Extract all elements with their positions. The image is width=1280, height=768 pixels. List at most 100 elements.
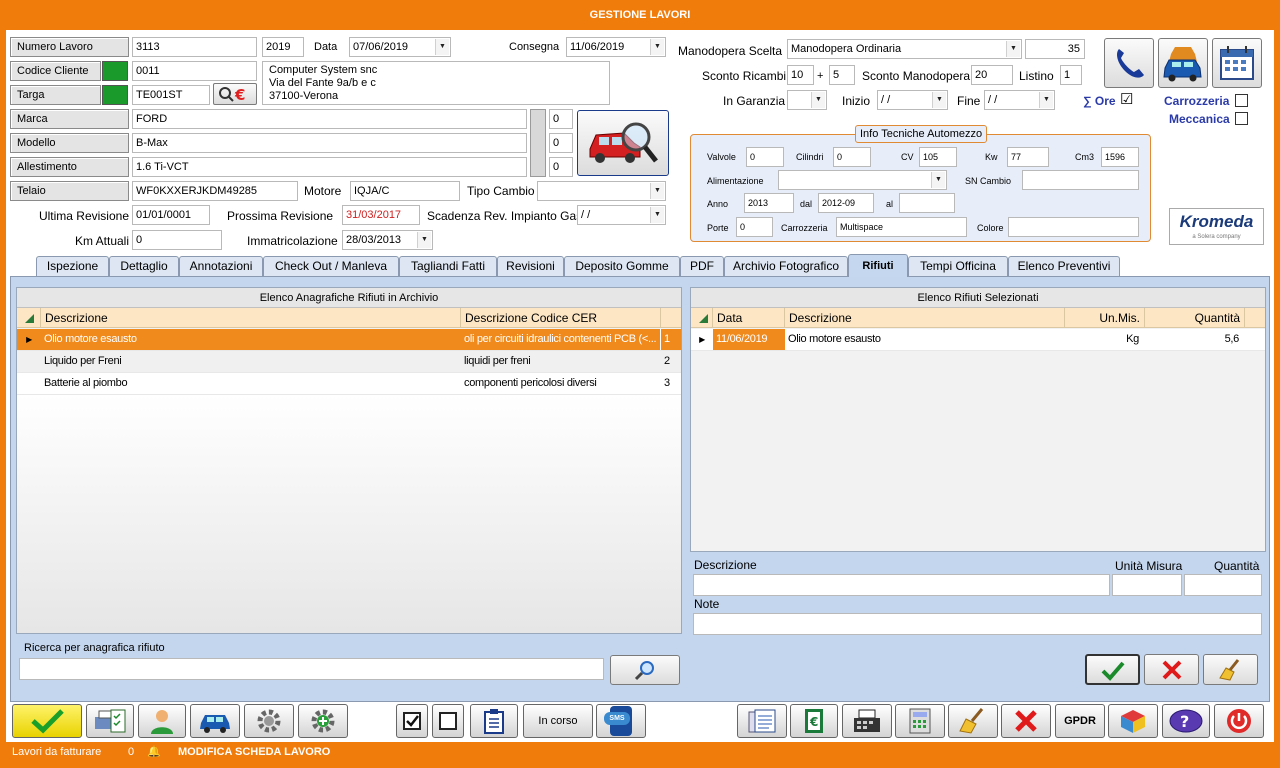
dropdown-arrow-icon[interactable]: ▼: [932, 92, 946, 108]
table-row[interactable]: ▶ 11/06/2019 Olio motore esausto Kg 5,6: [691, 329, 1265, 351]
cash-register-button[interactable]: [842, 704, 892, 738]
meccanica-checkbox[interactable]: [1235, 112, 1248, 125]
bell-icon[interactable]: 🔔: [147, 742, 161, 762]
table-row[interactable]: Batterie al piombo componenti pericolosi…: [17, 373, 681, 395]
search-price-button[interactable]: €: [213, 83, 257, 105]
manodopera-rate[interactable]: 35: [1025, 39, 1085, 59]
column-descrizione[interactable]: Descrizione: [41, 308, 461, 328]
column-quantita[interactable]: Quantità: [1145, 308, 1245, 328]
motore-input[interactable]: IQJA/C: [350, 181, 460, 201]
vehicle-button[interactable]: [190, 704, 240, 738]
data-picker[interactable]: 07/06/2019 ▼: [349, 37, 451, 57]
clear-button[interactable]: [948, 704, 998, 738]
power-button[interactable]: [1214, 704, 1264, 738]
kw-input[interactable]: 77: [1007, 147, 1049, 167]
allestimento-input[interactable]: 1.6 Ti-VCT: [132, 157, 527, 177]
targa-button[interactable]: Targa: [10, 85, 101, 105]
vehicles-button[interactable]: [1158, 38, 1208, 88]
calendar-button[interactable]: [1212, 38, 1262, 88]
editor-quantita-input[interactable]: [1184, 574, 1262, 596]
dal-input[interactable]: 2012-09: [818, 193, 874, 213]
targa-input[interactable]: TE001ST: [132, 85, 210, 105]
sconto-ricambi-input-1[interactable]: 10: [787, 65, 814, 85]
tab-deposito-gomme[interactable]: Deposito Gomme: [564, 256, 680, 276]
telaio-input[interactable]: WF0KXXERJKDM49285: [132, 181, 298, 201]
garanzia-select[interactable]: ▼: [787, 90, 827, 110]
dropdown-arrow-icon[interactable]: ▼: [650, 207, 664, 223]
inizio-picker[interactable]: / / ▼: [877, 90, 948, 110]
km-attuali-input[interactable]: 0: [132, 230, 222, 250]
immatricolazione-picker[interactable]: 28/03/2013 ▼: [342, 230, 433, 250]
marca-input[interactable]: FORD: [132, 109, 527, 129]
codice-cliente-button[interactable]: Codice Cliente: [10, 61, 101, 81]
invoice-button[interactable]: €: [790, 704, 838, 738]
clear-rifiuto-button[interactable]: [1203, 654, 1258, 685]
gpdr-button[interactable]: GPDR: [1055, 704, 1105, 738]
ricerca-button[interactable]: [610, 655, 680, 685]
carrozzeria-checkbox[interactable]: [1235, 94, 1248, 107]
numero-lavoro-button[interactable]: Numero Lavoro: [10, 37, 129, 57]
editor-unita-input[interactable]: [1112, 574, 1182, 596]
somma-ore-checkbox[interactable]: ☑: [1120, 90, 1133, 110]
tab-archivio-fotografico[interactable]: Archivio Fotografico: [724, 256, 848, 276]
modello-input[interactable]: B-Max: [132, 133, 527, 153]
scadenza-gas-picker[interactable]: / / ▼: [577, 205, 666, 225]
tab-rifiuti[interactable]: Rifiuti: [848, 254, 908, 277]
column-codice-cer[interactable]: Descrizione Codice CER: [461, 308, 661, 328]
confirm-rifiuto-button[interactable]: [1085, 654, 1140, 685]
ricerca-input[interactable]: [19, 658, 604, 680]
manodopera-select[interactable]: Manodopera Ordinaria ▼: [787, 39, 1022, 59]
cv-input[interactable]: 105: [919, 147, 957, 167]
package-button[interactable]: [1108, 704, 1158, 738]
allestimento-button[interactable]: Allestimento: [10, 157, 129, 177]
dropdown-arrow-icon[interactable]: ▼: [650, 183, 664, 199]
telaio-button[interactable]: Telaio: [10, 181, 129, 201]
porte-input[interactable]: 0: [736, 217, 773, 237]
codice-cliente-input[interactable]: 0011: [132, 61, 257, 81]
table-row[interactable]: Liquido per Freni liquidi per freni 2: [17, 351, 681, 373]
tab-check-out[interactable]: Check Out / Manleva: [263, 256, 399, 276]
modello-button[interactable]: Modello: [10, 133, 129, 153]
ultima-revisione-input[interactable]: 01/01/0001: [132, 205, 210, 225]
sconto-manodopera-input[interactable]: 20: [971, 65, 1013, 85]
alimentazione-select[interactable]: ▼: [778, 170, 947, 190]
save-button[interactable]: [12, 704, 82, 738]
tab-dettaglio[interactable]: Dettaglio: [109, 256, 179, 276]
dropdown-arrow-icon[interactable]: ▼: [650, 39, 664, 55]
dropdown-arrow-icon[interactable]: ▼: [1006, 41, 1020, 57]
calculator-button[interactable]: [895, 704, 945, 738]
dropdown-arrow-icon[interactable]: ▼: [435, 39, 449, 55]
dropdown-arrow-icon[interactable]: ▼: [811, 92, 825, 108]
listino-input[interactable]: 1: [1060, 65, 1082, 85]
phone-button[interactable]: [1104, 38, 1154, 88]
colore-input[interactable]: [1008, 217, 1139, 237]
tab-tempi-officina[interactable]: Tempi Officina: [908, 256, 1008, 276]
tab-annotazioni[interactable]: Annotazioni: [179, 256, 263, 276]
dropdown-arrow-icon[interactable]: ▼: [417, 232, 431, 248]
anno-input[interactable]: 2013: [744, 193, 794, 213]
help-button[interactable]: ?: [1162, 704, 1210, 738]
prossima-revisione-input[interactable]: 31/03/2017: [342, 205, 420, 225]
targa-status-indicator[interactable]: [102, 85, 128, 105]
tipo-cambio-select[interactable]: ▼: [537, 181, 666, 201]
anno-lavoro-input[interactable]: 2019: [262, 37, 304, 57]
tab-tagliandi[interactable]: Tagliandi Fatti: [399, 256, 497, 276]
cancel-button[interactable]: [1001, 704, 1051, 738]
sconto-ricambi-input-2[interactable]: 5: [829, 65, 855, 85]
document-list-button[interactable]: [737, 704, 787, 738]
kromeda-logo[interactable]: Kromeda a Solera company: [1169, 208, 1264, 245]
add-settings-button[interactable]: [298, 704, 348, 738]
tab-revisioni[interactable]: Revisioni: [497, 256, 564, 276]
dropdown-arrow-icon[interactable]: ▼: [1039, 92, 1053, 108]
column-data[interactable]: Data: [713, 308, 785, 328]
cliente-status-indicator[interactable]: [102, 61, 128, 81]
select-all-button[interactable]: [396, 704, 428, 738]
in-corso-button[interactable]: In corso: [523, 704, 593, 738]
customer-button[interactable]: [138, 704, 186, 738]
table-row[interactable]: ▶ Olio motore esausto oli per circuiti i…: [17, 329, 681, 351]
cilindri-input[interactable]: 0: [833, 147, 871, 167]
cm3-input[interactable]: 1596: [1101, 147, 1139, 167]
tab-elenco-preventivi[interactable]: Elenco Preventivi: [1008, 256, 1120, 276]
clipboard-button[interactable]: [470, 704, 518, 738]
consegna-picker[interactable]: 11/06/2019 ▼: [566, 37, 666, 57]
